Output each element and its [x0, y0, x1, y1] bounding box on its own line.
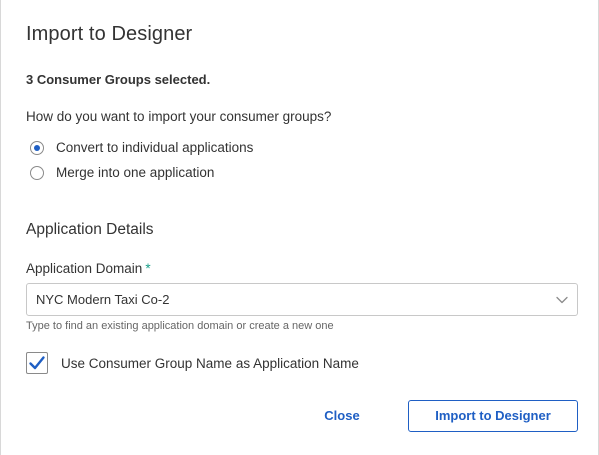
import-to-designer-button[interactable]: Import to Designer: [408, 400, 578, 432]
radio-convert-control[interactable]: [30, 140, 44, 155]
radio-merge-control[interactable]: [30, 165, 44, 180]
required-marker: *: [145, 261, 151, 276]
radio-option-convert[interactable]: Convert to individual applications: [30, 140, 253, 155]
chevron-down-icon[interactable]: [555, 293, 569, 307]
radio-convert-label[interactable]: Convert to individual applications: [56, 140, 253, 155]
section-title-application-details: Application Details: [26, 221, 154, 238]
application-domain-label: Application Domain *: [26, 261, 151, 276]
application-domain-helper-text: Type to find an existing application dom…: [26, 320, 334, 332]
application-domain-label-text: Application Domain: [26, 261, 143, 276]
checkmark-icon: [29, 356, 45, 370]
application-domain-value[interactable]: NYC Modern Taxi Co-2: [36, 292, 169, 307]
selected-count-text: 3 Consumer Groups selected.: [26, 72, 211, 87]
dialog-title: Import to Designer: [26, 23, 193, 45]
use-group-name-checkbox-row[interactable]: Use Consumer Group Name as Application N…: [26, 352, 359, 374]
radio-option-merge[interactable]: Merge into one application: [30, 165, 214, 180]
use-group-name-checkbox[interactable]: [26, 352, 48, 374]
application-domain-select[interactable]: NYC Modern Taxi Co-2: [26, 283, 578, 316]
import-dialog: Import to Designer 3 Consumer Groups sel…: [0, 0, 599, 455]
close-button[interactable]: Close: [306, 400, 378, 430]
radio-merge-label[interactable]: Merge into one application: [56, 165, 214, 180]
use-group-name-label[interactable]: Use Consumer Group Name as Application N…: [61, 356, 359, 371]
import-question: How do you want to import your consumer …: [26, 109, 332, 124]
